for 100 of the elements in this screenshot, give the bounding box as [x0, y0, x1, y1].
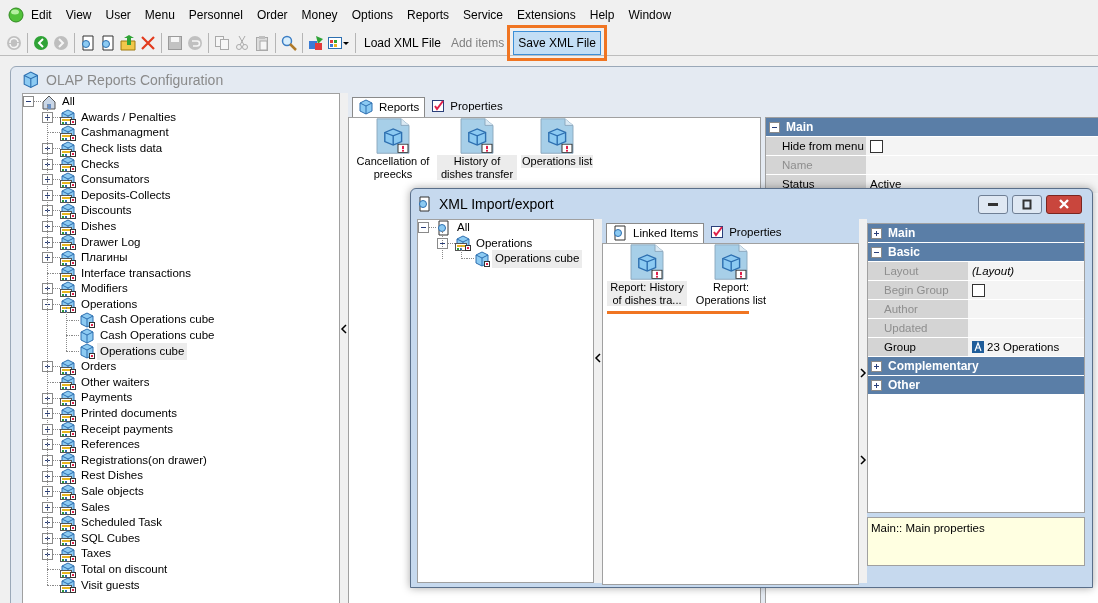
- tree-item[interactable]: Drawer Log: [78, 233, 144, 251]
- property-section-header[interactable]: Other: [868, 376, 1084, 395]
- menu-item[interactable]: Window: [621, 6, 679, 24]
- menu-item[interactable]: Extensions: [510, 6, 583, 24]
- collapse-toggle[interactable]: [437, 237, 448, 249]
- menu-item[interactable]: Options: [344, 6, 400, 24]
- tree-item[interactable]: Sale objects: [78, 483, 147, 501]
- expand-toggle[interactable]: [42, 454, 53, 466]
- tree-item[interactable]: Operations: [473, 234, 536, 252]
- expand-toggle[interactable]: [42, 392, 53, 404]
- tree-item[interactable]: Operations: [78, 295, 141, 314]
- tree-item[interactable]: Visit guests: [78, 576, 143, 594]
- cube-group-icon: [60, 140, 76, 157]
- maximize-button[interactable]: [1012, 194, 1042, 214]
- tab[interactable]: Properties: [704, 221, 788, 243]
- expand-toggle[interactable]: [42, 470, 53, 482]
- tree-item[interactable]: Discounts: [78, 202, 135, 220]
- expand-toggle[interactable]: [42, 143, 53, 155]
- property-section-header[interactable]: Main: [868, 224, 1084, 243]
- expand-toggle[interactable]: [42, 408, 53, 420]
- tree-item[interactable]: Interface transactions: [78, 264, 194, 282]
- property-section-header[interactable]: Main: [766, 118, 1098, 137]
- report-item[interactable]: Cancellation of preecks: [353, 155, 433, 181]
- report-item[interactable]: History of dishes transfer: [437, 155, 517, 181]
- expand-toggle[interactable]: [42, 158, 53, 170]
- tree-item[interactable]: Scheduled Task: [78, 514, 165, 532]
- tree-item[interactable]: Taxes: [78, 545, 115, 563]
- expand-toggle[interactable]: [42, 205, 53, 217]
- tree-item[interactable]: Rest Dishes: [78, 467, 146, 485]
- tree-item[interactable]: Operations cube: [97, 342, 188, 360]
- expand-toggle[interactable]: [42, 532, 53, 544]
- expand-toggle[interactable]: [42, 439, 53, 451]
- close-button[interactable]: [1046, 194, 1082, 214]
- tree-item[interactable]: Operations cube: [492, 250, 583, 268]
- tree-item[interactable]: Registrations(on drawer): [78, 451, 210, 470]
- menu-item[interactable]: Reports: [400, 6, 456, 24]
- menu-item[interactable]: Money: [294, 6, 345, 24]
- expand-toggle[interactable]: [42, 252, 53, 264]
- expand-toggle[interactable]: [42, 517, 53, 529]
- tree-item[interactable]: Deposits-Collects: [78, 186, 174, 204]
- tree-item[interactable]: Printed documents: [78, 405, 180, 423]
- report-item[interactable]: Report: Operations list: [691, 281, 771, 307]
- collapse-toggle[interactable]: [42, 299, 53, 310]
- folder-arrow-button[interactable]: [118, 32, 138, 53]
- tree-item[interactable]: Sales: [78, 498, 113, 516]
- property-section-header[interactable]: Basic: [868, 243, 1084, 262]
- expand-toggle[interactable]: [42, 283, 53, 295]
- tree-item[interactable]: Total on discount: [78, 561, 171, 579]
- tree-item[interactable]: Checks: [78, 155, 123, 173]
- expand-toggle[interactable]: [42, 111, 53, 123]
- toolbar-button[interactable]: Load XML File: [359, 30, 446, 55]
- property-value[interactable]: [968, 281, 1084, 299]
- tree-item[interactable]: Плагины: [78, 249, 131, 267]
- tree-item[interactable]: All: [454, 219, 473, 237]
- expand-toggle[interactable]: [42, 501, 53, 513]
- minimize-button[interactable]: [978, 194, 1008, 214]
- expand-toggle[interactable]: [42, 361, 53, 373]
- expand-toggle[interactable]: [42, 221, 53, 233]
- tree-item[interactable]: Dishes: [78, 217, 120, 236]
- menu-item[interactable]: Edit: [24, 6, 59, 24]
- tree-item[interactable]: Consumators: [78, 171, 153, 189]
- checkbox[interactable]: [870, 139, 883, 153]
- menu-item[interactable]: View: [58, 6, 99, 24]
- expand-toggle[interactable]: [42, 236, 53, 248]
- expand-toggle[interactable]: [42, 486, 53, 498]
- tree-item[interactable]: SQL Cubes: [78, 529, 144, 548]
- tree-item[interactable]: Cash Operations cube: [97, 311, 218, 329]
- collapse-toggle[interactable]: [418, 222, 429, 234]
- tree-item[interactable]: Other waiters: [78, 373, 153, 392]
- tab[interactable]: Linked Items: [606, 222, 705, 244]
- expand-toggle[interactable]: [42, 189, 53, 201]
- menu-item[interactable]: Help: [582, 6, 622, 24]
- menu-item[interactable]: Menu: [137, 6, 182, 24]
- expand-toggle[interactable]: [42, 548, 53, 560]
- property-section-header[interactable]: Complementary: [868, 357, 1084, 376]
- tab[interactable]: Reports: [352, 96, 426, 118]
- menu-item[interactable]: Service: [456, 6, 511, 24]
- tree-item[interactable]: References: [78, 436, 143, 454]
- cube-group-icon: [60, 187, 76, 204]
- tree-item[interactable]: Payments: [78, 389, 136, 407]
- report-item[interactable]: Operations list: [521, 155, 594, 168]
- cube-group-icon: [60, 530, 76, 547]
- tree-item[interactable]: Orders: [78, 358, 120, 376]
- tree-item[interactable]: Receipt payments: [78, 420, 177, 438]
- tree-item[interactable]: Cashmanagment: [78, 124, 172, 142]
- menu-item[interactable]: Personnel: [181, 6, 250, 24]
- tree-item[interactable]: Modifiers: [78, 280, 131, 298]
- collapse-toggle[interactable]: [23, 96, 34, 108]
- menu-item[interactable]: Order: [249, 6, 295, 24]
- menu-item[interactable]: User: [98, 6, 138, 24]
- property-value[interactable]: 23 Operations: [968, 338, 1084, 356]
- tree-item[interactable]: All: [59, 93, 78, 111]
- report-item[interactable]: Report: History of dishes tra...: [607, 281, 687, 307]
- tree-item[interactable]: Cash Operations cube: [97, 327, 218, 345]
- expand-toggle[interactable]: [42, 423, 53, 435]
- tree-item[interactable]: Check lists data: [78, 139, 166, 158]
- tab[interactable]: Properties: [425, 95, 509, 117]
- expand-toggle[interactable]: [42, 174, 53, 186]
- tree-item[interactable]: Awards / Penalties: [78, 108, 180, 126]
- cube-group-icon: [60, 577, 76, 594]
